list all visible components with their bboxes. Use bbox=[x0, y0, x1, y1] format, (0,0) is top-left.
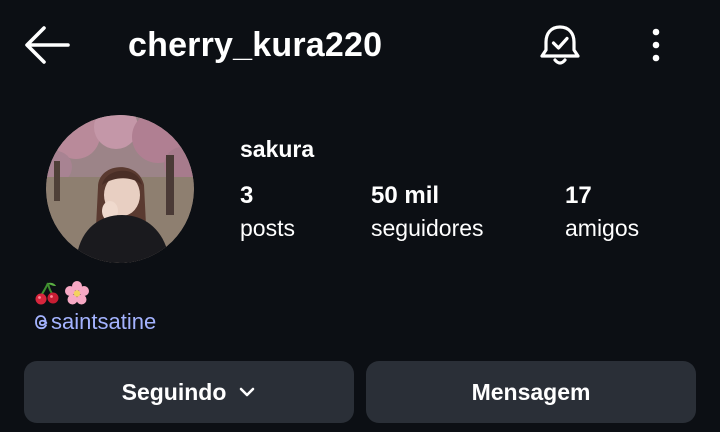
bio-emojis bbox=[34, 280, 90, 306]
bio-threads-link[interactable]: saintsatine bbox=[32, 307, 156, 337]
profile-display-name: sakura bbox=[240, 136, 315, 162]
stat-followers-value: 50 mil bbox=[371, 182, 440, 209]
stat-posts[interactable]: 3 posts bbox=[240, 180, 295, 244]
following-button[interactable]: Seguindo bbox=[24, 361, 354, 423]
stat-friends-label: amigos bbox=[565, 215, 640, 241]
cherry-blossom-icon bbox=[65, 281, 89, 305]
profile-username: cherry_kura220 bbox=[128, 26, 383, 64]
stat-friends-value: 17 bbox=[565, 182, 592, 209]
avatar-photo bbox=[46, 115, 194, 263]
stat-posts-label: posts bbox=[240, 215, 295, 241]
stat-friends[interactable]: 17 amigos bbox=[565, 180, 639, 244]
cherries-icon bbox=[35, 282, 59, 305]
bell-check-icon bbox=[540, 25, 580, 65]
profile-avatar[interactable] bbox=[46, 115, 194, 263]
stat-followers[interactable]: 50 mil seguidores bbox=[371, 180, 484, 244]
message-button[interactable]: Mensagem bbox=[366, 361, 696, 423]
message-button-label: Mensagem bbox=[471, 378, 591, 405]
back-button[interactable] bbox=[22, 22, 72, 68]
profile-header: cherry_kura220 bbox=[0, 0, 720, 92]
more-options-button[interactable] bbox=[640, 24, 672, 66]
stat-followers-label: seguidores bbox=[371, 215, 484, 241]
threads-icon bbox=[35, 315, 48, 330]
stat-posts-value: 3 bbox=[240, 182, 254, 209]
bio-link-text: saintsatine bbox=[51, 309, 157, 334]
following-button-label: Seguindo bbox=[121, 378, 227, 405]
arrow-left-icon bbox=[25, 26, 70, 64]
more-vertical-icon bbox=[652, 28, 660, 62]
notifications-button[interactable] bbox=[536, 20, 584, 70]
chevron-down-icon bbox=[240, 387, 255, 397]
